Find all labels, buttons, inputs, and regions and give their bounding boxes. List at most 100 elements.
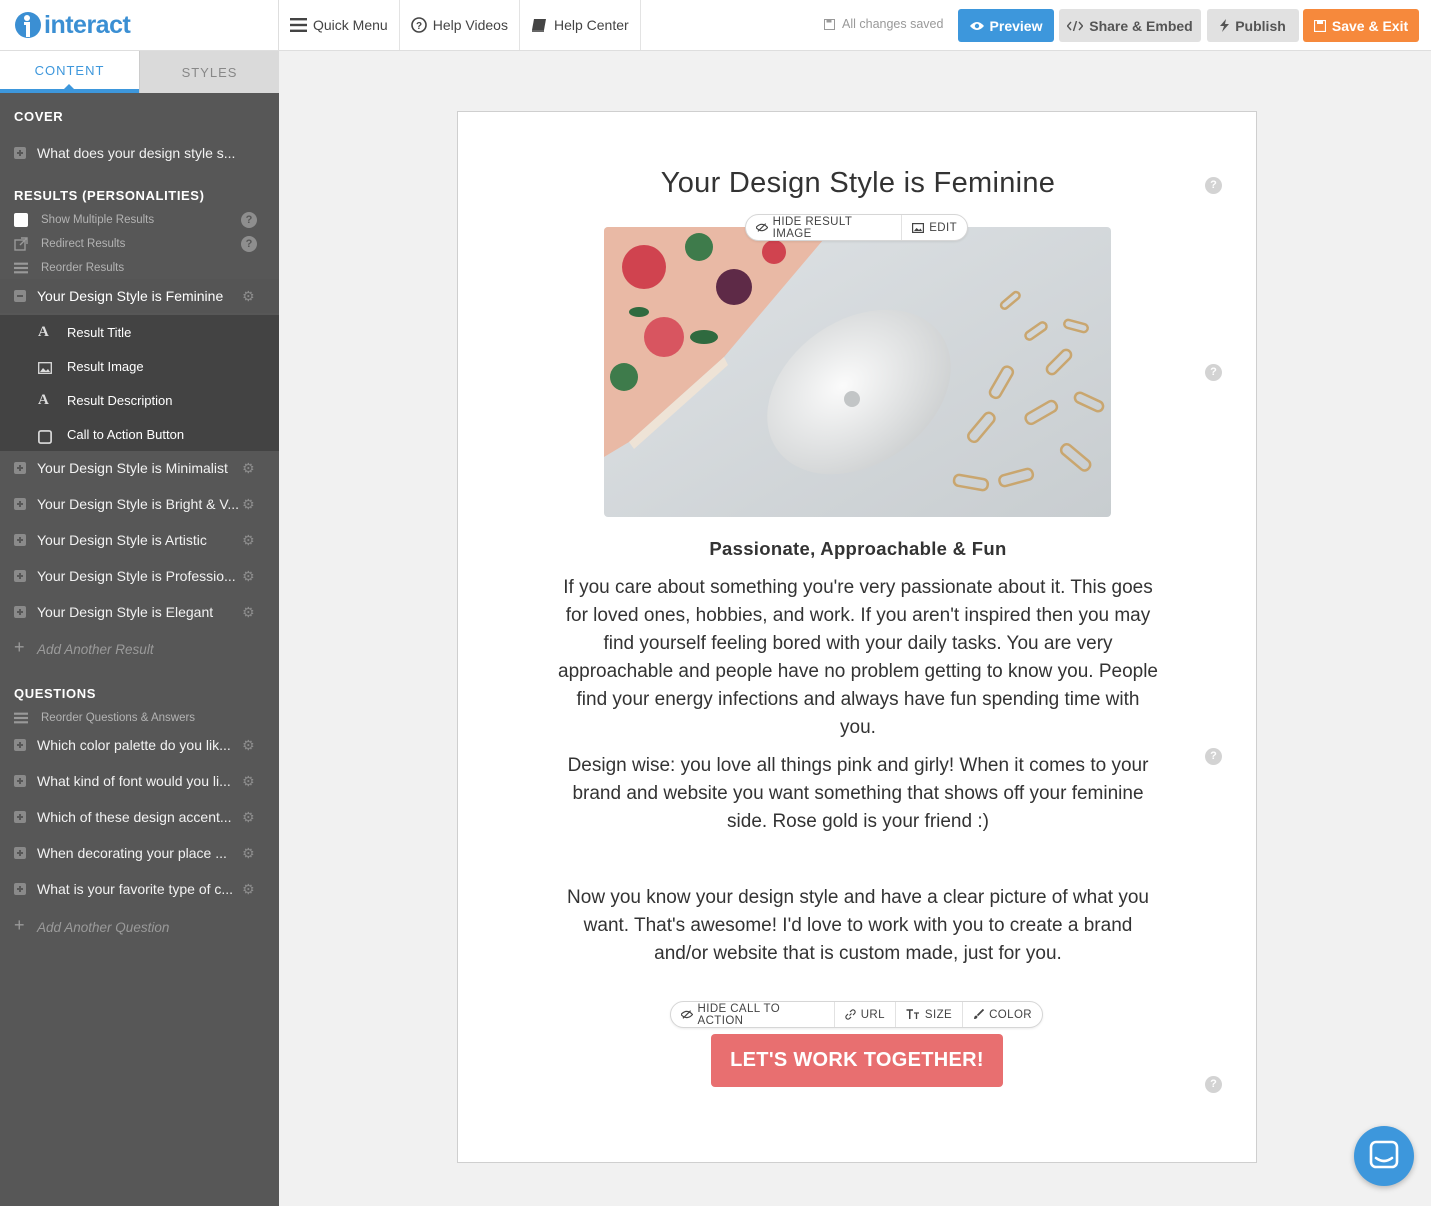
sidebar-item-result[interactable]: Your Design Style is Elegant ⚙	[0, 595, 279, 629]
subnav-result-title[interactable]: A Result Title	[0, 315, 279, 349]
sidebar-item-result[interactable]: Your Design Style is Bright & V... ⚙	[0, 487, 279, 521]
save-exit-label: Save & Exit	[1331, 17, 1409, 34]
result-title[interactable]: Your Design Style is Feminine	[458, 167, 1258, 200]
sidebar-item-cover[interactable]: What does your design style s...	[0, 136, 279, 170]
reorder-results-option[interactable]: Reorder Results	[0, 256, 279, 280]
subnav-label: Result Image	[67, 358, 144, 374]
redirect-label: Redirect Results	[41, 238, 126, 250]
publish-button[interactable]: Publish	[1207, 9, 1299, 42]
plus-icon	[14, 606, 26, 618]
gear-icon[interactable]: ⚙	[242, 882, 256, 896]
cta-color-button[interactable]: COLOR	[963, 1002, 1042, 1027]
cta-toolbar: HIDE CALL TO ACTION URL SIZE COLOR	[670, 1001, 1043, 1028]
result-paragraph-3[interactable]: Now you know your design style and have …	[556, 884, 1160, 968]
sidebar-item-result[interactable]: Your Design Style is Professio... ⚙	[0, 559, 279, 593]
help-question-icon[interactable]: ?	[1205, 748, 1222, 765]
sidebar-item-label: Your Design Style is Minimalist	[37, 460, 228, 476]
svg-text:?: ?	[416, 21, 422, 32]
cta-url-button[interactable]: URL	[835, 1002, 896, 1027]
result-paragraph-1[interactable]: If you care about something you're very …	[556, 574, 1160, 742]
help-question-icon[interactable]: ?	[1205, 364, 1222, 381]
chat-launcher-button[interactable]	[1354, 1126, 1414, 1186]
help-question-icon[interactable]: ?	[1205, 1076, 1222, 1093]
sidebar-item-result[interactable]: Your Design Style is Minimalist ⚙	[0, 451, 279, 485]
save-exit-button[interactable]: Save & Exit	[1303, 9, 1419, 42]
gear-icon[interactable]: ⚙	[242, 289, 256, 303]
sidebar-item-result[interactable]: Your Design Style is Artistic ⚙	[0, 523, 279, 557]
square-icon	[38, 430, 52, 444]
cta-size-button[interactable]: SIZE	[896, 1002, 964, 1027]
tab-styles[interactable]: STYLES	[139, 51, 279, 93]
add-question-button[interactable]: + Add Another Question	[0, 912, 279, 942]
help-center-label: Help Center	[553, 17, 629, 33]
lightning-icon	[1220, 19, 1230, 32]
help-center-button[interactable]: Help Center	[520, 0, 641, 50]
gear-icon[interactable]: ⚙	[242, 569, 256, 583]
gear-icon[interactable]: ⚙	[242, 533, 256, 547]
logo-text: interact	[44, 10, 131, 39]
book-icon	[531, 18, 546, 32]
cta-url-label: URL	[860, 1008, 885, 1021]
share-embed-button[interactable]: Share & Embed	[1059, 9, 1201, 42]
cta-size-label: SIZE	[924, 1008, 953, 1021]
preview-button[interactable]: Preview	[958, 9, 1054, 42]
add-result-button[interactable]: + Add Another Result	[0, 634, 279, 664]
sidebar-item-question[interactable]: Which color palette do you lik... ⚙	[0, 728, 279, 762]
sidebar-item-question[interactable]: When decorating your place ... ⚙	[0, 836, 279, 870]
sidebar-item-question[interactable]: What is your favorite type of c... ⚙	[0, 872, 279, 906]
save-status-text: All changes saved	[842, 17, 944, 31]
edit-image-button[interactable]: EDIT	[902, 215, 967, 240]
reorder-label: Reorder Results	[41, 262, 125, 274]
sidebar-item-label: Your Design Style is Bright & V...	[37, 496, 240, 512]
reorder-questions-option[interactable]: Reorder Questions & Answers	[0, 706, 279, 730]
gear-icon[interactable]: ⚙	[242, 774, 256, 788]
interact-logo-icon	[15, 12, 41, 38]
hide-cta-button[interactable]: HIDE CALL TO ACTION	[671, 1002, 835, 1027]
help-question-icon[interactable]: ?	[241, 236, 257, 252]
sidebar-item-question[interactable]: What kind of font would you li... ⚙	[0, 764, 279, 798]
help-question-icon[interactable]: ?	[241, 212, 257, 228]
subnav-result-image[interactable]: Result Image	[0, 349, 279, 383]
gear-icon[interactable]: ⚙	[242, 497, 256, 511]
add-question-label: Add Another Question	[37, 919, 170, 935]
sidebar-item-label: What is your favorite type of c...	[37, 881, 234, 897]
gear-icon[interactable]: ⚙	[242, 846, 256, 860]
question-circle-icon: ?	[410, 17, 427, 33]
gear-icon[interactable]: ⚙	[242, 810, 256, 824]
result-subheading[interactable]: Passionate, Approachable & Fun	[458, 538, 1258, 560]
hide-image-label: HIDE RESULT IMAGE	[772, 215, 853, 240]
help-question-icon[interactable]: ?	[1205, 177, 1222, 194]
show-multiple-results-option[interactable]: Show Multiple Results ?	[0, 208, 279, 232]
call-to-action-button[interactable]: LET'S WORK TOGETHER!	[711, 1034, 1003, 1087]
show-multiple-label: Show Multiple Results	[41, 214, 155, 226]
tab-content[interactable]: CONTENT	[0, 51, 139, 93]
gear-icon[interactable]: ⚙	[242, 461, 256, 475]
sidebar-item-question[interactable]: Which of these design accent... ⚙	[0, 800, 279, 834]
photo-notebook-mouse-paperclips	[604, 227, 1111, 517]
logo[interactable]: interact	[0, 0, 279, 50]
plus-icon	[14, 775, 26, 787]
eye-slash-icon	[756, 223, 768, 232]
subnav-result-description[interactable]: A Result Description	[0, 383, 279, 417]
quick-menu-button[interactable]: Quick Menu	[279, 0, 400, 50]
subnav-cta-button[interactable]: Call to Action Button	[0, 417, 279, 451]
hide-result-image-button[interactable]: HIDE RESULT IMAGE	[746, 215, 903, 240]
sidebar-item-active-result[interactable]: Your Design Style is Feminine ⚙	[0, 279, 279, 313]
image-toolbar: HIDE RESULT IMAGE EDIT	[745, 214, 968, 241]
share-embed-label: Share & Embed	[1089, 17, 1193, 34]
plus-icon	[14, 739, 26, 751]
gear-icon[interactable]: ⚙	[242, 738, 256, 752]
sidebar-item-label: Your Design Style is Elegant	[37, 604, 214, 620]
redirect-results-option[interactable]: Redirect Results ?	[0, 232, 279, 256]
checkbox[interactable]	[14, 213, 28, 227]
help-videos-label: Help Videos	[432, 17, 508, 33]
gear-icon[interactable]: ⚙	[242, 605, 256, 619]
result-image[interactable]	[604, 227, 1111, 517]
result-paragraph-2[interactable]: Design wise: you love all things pink an…	[556, 752, 1160, 836]
edit-image-label: EDIT	[929, 221, 957, 234]
link-icon	[845, 1009, 856, 1020]
plus-icon	[14, 147, 26, 159]
help-videos-button[interactable]: ? Help Videos	[400, 0, 520, 50]
result-preview-card: Your Design Style is Feminine HIDE RESUL…	[457, 111, 1257, 1163]
sidebar-tabs: CONTENT STYLES	[0, 51, 279, 93]
